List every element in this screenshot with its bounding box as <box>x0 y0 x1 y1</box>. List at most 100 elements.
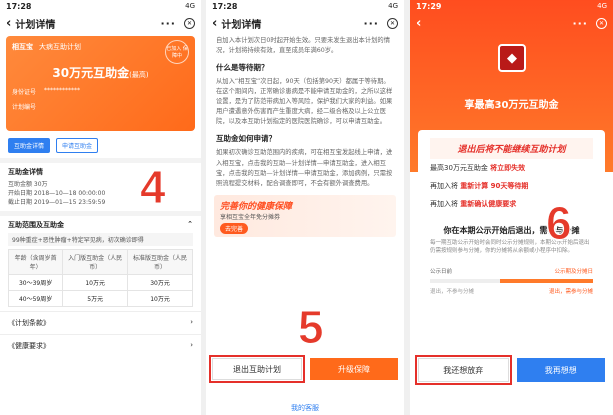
action-bar: 我还想放弃 我再想想 <box>415 355 605 385</box>
table-cell: 40～59周岁 <box>7 290 64 307</box>
warning-title: 退出后将不能继续互助计划 <box>430 138 593 159</box>
plan-card: 相互宝 大病互助计划 已加入 保障中 30万元互助金(最高) 身份证号 *****… <box>6 36 195 131</box>
table-cell: 10万元 <box>127 290 193 307</box>
terms-link[interactable]: 《计划条款》 › <box>0 311 201 334</box>
step-marker-4: 4 <box>140 161 167 214</box>
table-header: 年龄（含周岁首年） <box>7 249 64 275</box>
screen-exit-confirm: 17:29 4G ‹ ··· ✕ ◆ 享最高30万元互助金 退出后将不能继续互助… <box>410 0 613 415</box>
nav-title: 计划详情 <box>221 19 262 31</box>
banner-sub1: 享相互宝全年免分摊券 <box>220 213 281 221</box>
chevron-right-icon: › <box>190 318 193 326</box>
status-network: 4G <box>185 2 195 10</box>
close-icon[interactable]: ✕ <box>184 17 195 29</box>
claim-detail-section: 互助金详情 互助金额 30万 开始日期 2018—10—18 00:00:00 … <box>0 158 201 211</box>
action-bar: 退出互助计划 升级保障 <box>206 355 404 383</box>
amount-value: 30万元互助金 <box>52 66 130 80</box>
more-icon[interactable]: ··· <box>572 17 588 30</box>
share-timeline: 公示日前 公示期及分摊日 退出，不参与分摊 退出，需参与分摊 <box>430 265 593 299</box>
close-icon[interactable]: ✕ <box>387 17 398 29</box>
scope-title: 互助范围及互助金 <box>8 221 64 229</box>
timeline-left-bottom: 退出，不参与分摊 <box>430 288 475 295</box>
plan-name: 大病互助计划 <box>39 43 81 51</box>
apply-claim-button[interactable]: 申请互助金 <box>56 138 99 153</box>
faq-question: 互助金如何申请？ <box>216 134 276 144</box>
id-label: 身份证号 <box>12 89 37 96</box>
step-marker-5: 5 <box>298 301 325 354</box>
table-header: 入门版互助金（人民币） <box>62 249 129 275</box>
confirm-give-up-button[interactable]: 我还想放弃 <box>415 355 512 385</box>
status-bar: 17:29 4G <box>410 0 613 12</box>
consequence-line: 再加入将 重新确认健康要求 <box>418 195 605 213</box>
table-header: 标准版互助金（人民币） <box>127 249 193 275</box>
more-icon[interactable]: ··· <box>160 17 176 30</box>
status-bar: 17:28 4G <box>206 0 404 12</box>
collapse-icon[interactable]: ⌃ <box>187 220 193 230</box>
nav-bar: ‹ 计划详情 ··· ✕ <box>206 12 404 34</box>
line-emphasis: 重新计算 90天等待期 <box>460 182 529 190</box>
faq-question: 什么是等待期？ <box>216 63 269 73</box>
screen-plan-detail: 17:28 4G ‹ 计划详情 ··· ✕ 相互宝 大病互助计划 已加入 保障中… <box>0 0 201 415</box>
faq-intro: 自加入本计划次日0时起开始生效。只要未发生退出本计划的情况，计划将持续有效，直至… <box>216 37 391 55</box>
table-cell: 10万元 <box>62 274 129 291</box>
share-subtitle: 你在本期公示开始后退出，需参与分摊 <box>443 226 580 235</box>
scope-tag: 99种重症+恶性肿瘤+特定罕见病，初次确诊即得 <box>8 233 193 246</box>
promo-banner[interactable]: 完善你的健康保障 享相互宝全年免分摊券 去完善 <box>214 194 396 237</box>
id-mask: ************ <box>44 87 81 94</box>
step-marker-6: 6 <box>546 197 573 250</box>
banner-title: 完善你的健康保障 <box>220 201 293 212</box>
exit-warning-card: 退出后将不能继续互助计划 最高30万元互助金 将立即失效 再加入将 重新计算 9… <box>418 130 605 350</box>
status-time: 17:28 <box>212 1 238 11</box>
nav-title: 计划详情 <box>15 19 56 31</box>
back-arrow-icon[interactable]: ‹ <box>6 16 11 31</box>
status-bar: 17:28 4G <box>0 0 201 12</box>
nav-bar: ‹ ··· ✕ <box>410 12 613 34</box>
upgrade-button[interactable]: 升级保障 <box>310 358 398 380</box>
brand-name: 相互宝 <box>12 43 33 51</box>
app-logo-icon: ◆ <box>498 44 526 72</box>
scope-section: 互助范围及互助金 ⌃ 99种重症+恶性肿瘤+特定罕见病，初次确诊即得 年龄（含周岁… <box>0 211 201 311</box>
line-text: 再加入将 <box>430 182 458 190</box>
line-text: 最高30万元互助金 <box>430 164 488 172</box>
timeline-fill <box>500 278 593 283</box>
consequence-line: 再加入将 重新计算 90天等待期 <box>418 177 605 195</box>
reconsider-button[interactable]: 我再想想 <box>516 358 605 382</box>
table-cell: 30万元 <box>127 274 193 291</box>
screen-plan-faq: 17:28 4G ‹ 计划详情 ··· ✕ 自加入本计划次日0时起开始生效。只要… <box>206 0 404 415</box>
line-text: 再加入将 <box>430 200 458 208</box>
line-emphasis: 将立即失效 <box>490 164 526 172</box>
timeline-right-top: 公示期及分摊日 <box>554 268 593 275</box>
share-description: 每一期互助公示开始时会同时公示分摊规则，本期公示开始后退出仍需按规则参与分摊，你… <box>430 240 590 255</box>
status-network: 4G <box>388 2 398 10</box>
status-time: 17:29 <box>416 1 442 11</box>
customer-service-link[interactable]: 我的客服 <box>206 403 404 413</box>
table-row: 30～39周岁 10万元 30万元 <box>7 274 193 291</box>
health-link[interactable]: 《健康要求》 › <box>0 334 201 357</box>
scope-table: 年龄（含周岁首年） 入门版互助金（人民币） 标准版互助金（人民币） 30～39周… <box>7 249 193 307</box>
back-arrow-icon[interactable]: ‹ <box>416 16 421 31</box>
joined-stamp: 已加入 保障中 <box>165 40 189 64</box>
exit-plan-button[interactable]: 退出互助计划 <box>209 355 305 383</box>
back-arrow-icon[interactable]: ‹ <box>212 16 217 31</box>
status-network: 4G <box>597 2 607 10</box>
claim-detail-button[interactable]: 互助金详情 <box>8 138 51 153</box>
nav-bar: ‹ 计划详情 ··· ✕ <box>0 12 201 34</box>
close-icon[interactable]: ✕ <box>596 17 607 29</box>
health-label: 《健康要求》 <box>8 342 50 350</box>
table-cell: 5万元 <box>62 290 129 307</box>
faq-content: 自加入本计划次日0时起开始生效。只要未发生退出本计划的情况，计划将持续有效，直至… <box>206 34 404 191</box>
faq-answer: 如果初次确诊互助范围内的疾病，可在相互宝发起线上申请，进入相互宝，点击我的互助—… <box>216 149 393 187</box>
timeline-right-bottom: 退出，需参与分摊 <box>548 288 593 295</box>
banner-go-button[interactable]: 去完善 <box>220 222 249 234</box>
table-cell: 30～39周岁 <box>7 274 64 291</box>
line-emphasis: 重新确认健康要求 <box>460 200 517 208</box>
more-icon[interactable]: ··· <box>363 17 379 30</box>
faq-answer: 从加入“相互宝”次日起，90天（包括第90天）都属于等待期。在这个期间内，正常确… <box>216 78 393 126</box>
amount-note: (最高) <box>129 71 149 79</box>
table-row: 40～59周岁 5万元 10万元 <box>7 290 193 307</box>
terms-label: 《计划条款》 <box>8 319 50 327</box>
headline: 享最高30万元互助金 <box>464 100 559 111</box>
status-time: 17:28 <box>6 1 32 11</box>
timeline-left-top: 公示日前 <box>430 268 453 275</box>
plan-amount: 30万元互助金(最高) <box>12 64 189 81</box>
chevron-right-icon: › <box>190 341 193 349</box>
